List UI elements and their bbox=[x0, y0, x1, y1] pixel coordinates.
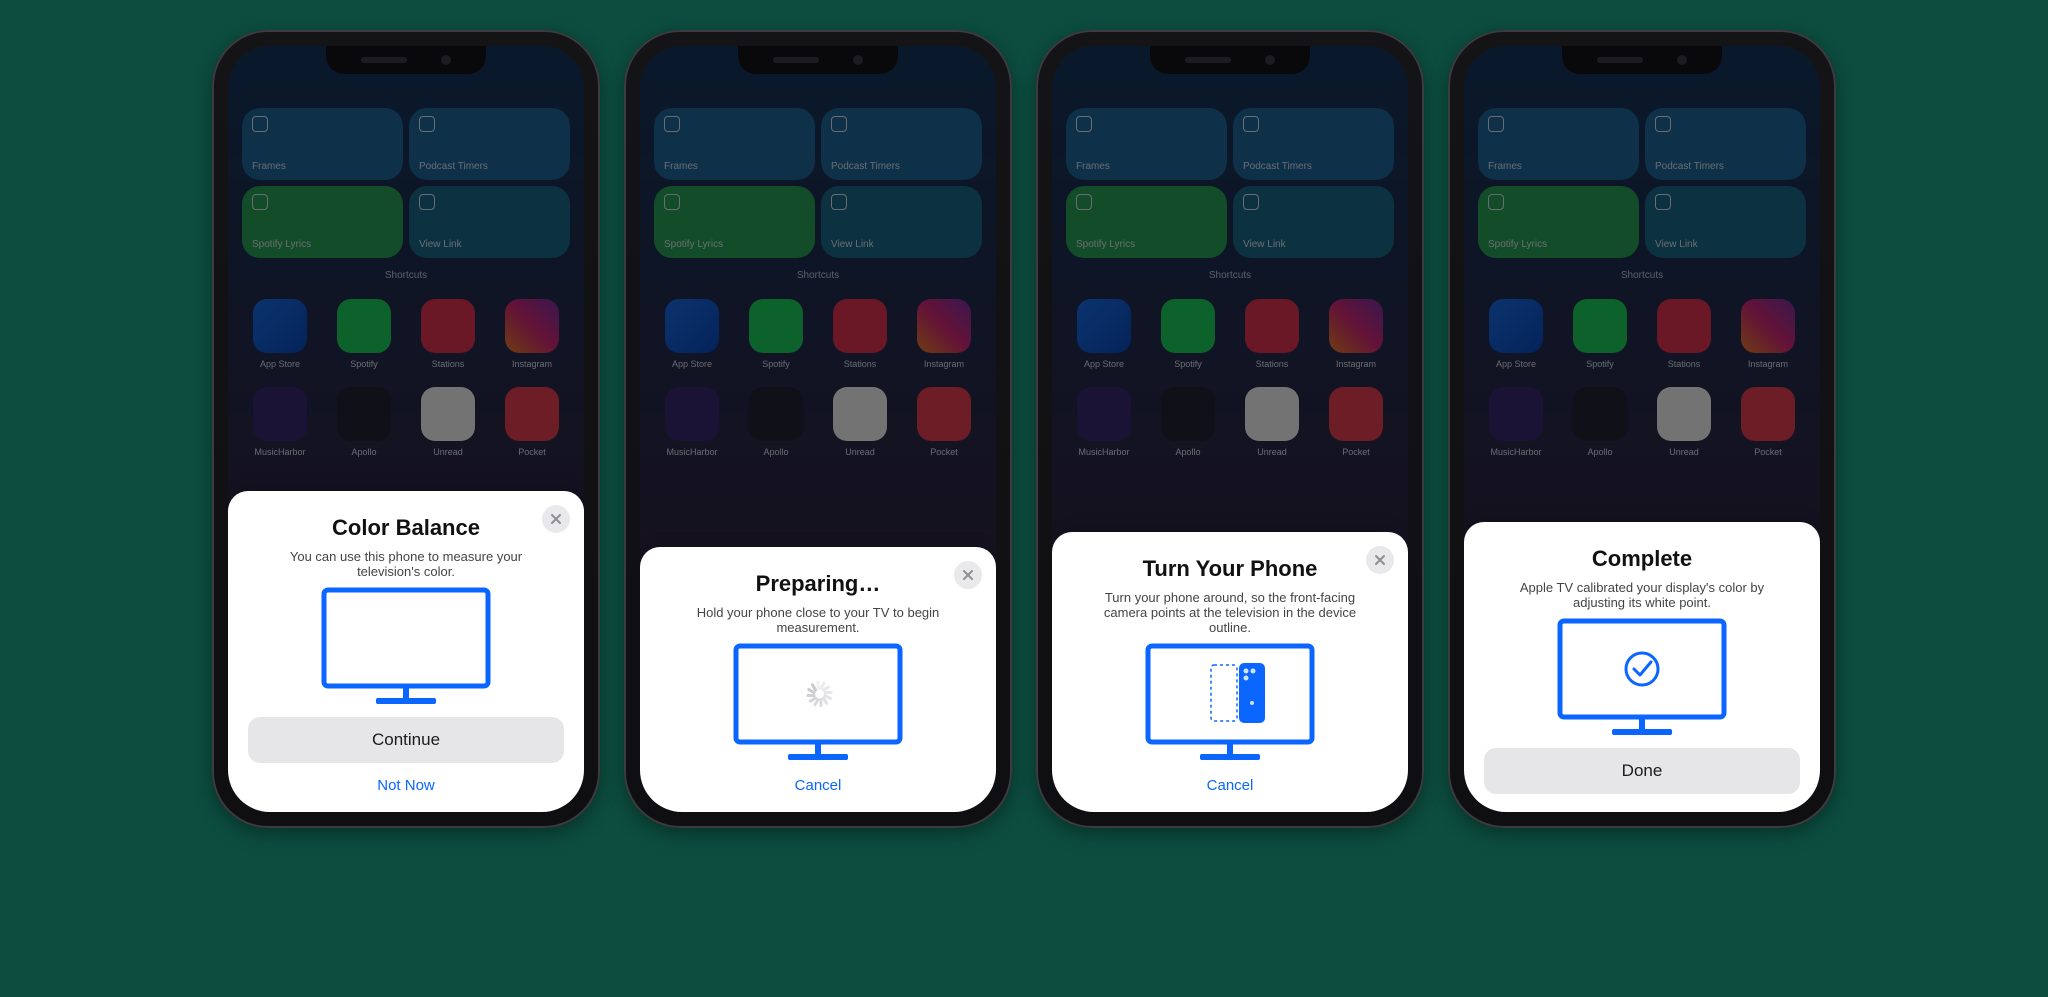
notch bbox=[326, 46, 486, 74]
sheet-title: Turn Your Phone bbox=[1072, 556, 1388, 582]
close-button[interactable] bbox=[954, 561, 982, 589]
phone-preparing: Frames Podcast Timers Spotify Lyrics Vie… bbox=[624, 30, 1012, 828]
tv-icon bbox=[321, 587, 491, 707]
sheet-description: You can use this phone to measure your t… bbox=[272, 549, 540, 579]
notch bbox=[1150, 46, 1310, 74]
sheet-title: Preparing… bbox=[660, 571, 976, 597]
sheet-title: Color Balance bbox=[248, 515, 564, 541]
sheet-illustration bbox=[248, 587, 564, 707]
continue-button[interactable]: Continue bbox=[248, 717, 564, 763]
sheet-illustration bbox=[660, 643, 976, 763]
close-icon bbox=[550, 513, 562, 525]
sheet-illustration bbox=[1484, 618, 1800, 738]
sheet-description: Turn your phone around, so the front-fac… bbox=[1096, 590, 1364, 635]
sheet-illustration bbox=[1072, 643, 1388, 763]
done-button[interactable]: Done bbox=[1484, 748, 1800, 794]
spinner-icon bbox=[801, 677, 835, 711]
cancel-link[interactable]: Cancel bbox=[660, 777, 976, 794]
close-icon bbox=[962, 569, 974, 581]
tv-icon bbox=[733, 643, 903, 763]
sheet-preparing: Preparing… Hold your phone close to your… bbox=[640, 547, 996, 812]
not now-link[interactable]: Not Now bbox=[248, 777, 564, 794]
tv-icon bbox=[1145, 643, 1315, 763]
sheet-color-balance: Color Balance You can use this phone to … bbox=[228, 491, 584, 812]
sheet-complete: Complete Apple TV calibrated your displa… bbox=[1464, 522, 1820, 812]
close-button[interactable] bbox=[1366, 546, 1394, 574]
phone-color-balance: Frames Podcast Timers Spotify Lyrics Vie… bbox=[212, 30, 600, 828]
phone-complete: Frames Podcast Timers Spotify Lyrics Vie… bbox=[1448, 30, 1836, 828]
sheet-description: Hold your phone close to your TV to begi… bbox=[684, 605, 952, 635]
close-icon bbox=[1374, 554, 1386, 566]
phone-turn-phone: Frames Podcast Timers Spotify Lyrics Vie… bbox=[1036, 30, 1424, 828]
close-button[interactable] bbox=[542, 505, 570, 533]
notch bbox=[738, 46, 898, 74]
sheet-turn-phone: Turn Your Phone Turn your phone around, … bbox=[1052, 532, 1408, 812]
notch bbox=[1562, 46, 1722, 74]
sheet-title: Complete bbox=[1484, 546, 1800, 572]
tv-icon bbox=[1557, 618, 1727, 738]
cancel-link[interactable]: Cancel bbox=[1072, 777, 1388, 794]
sheet-description: Apple TV calibrated your display's color… bbox=[1508, 580, 1776, 610]
